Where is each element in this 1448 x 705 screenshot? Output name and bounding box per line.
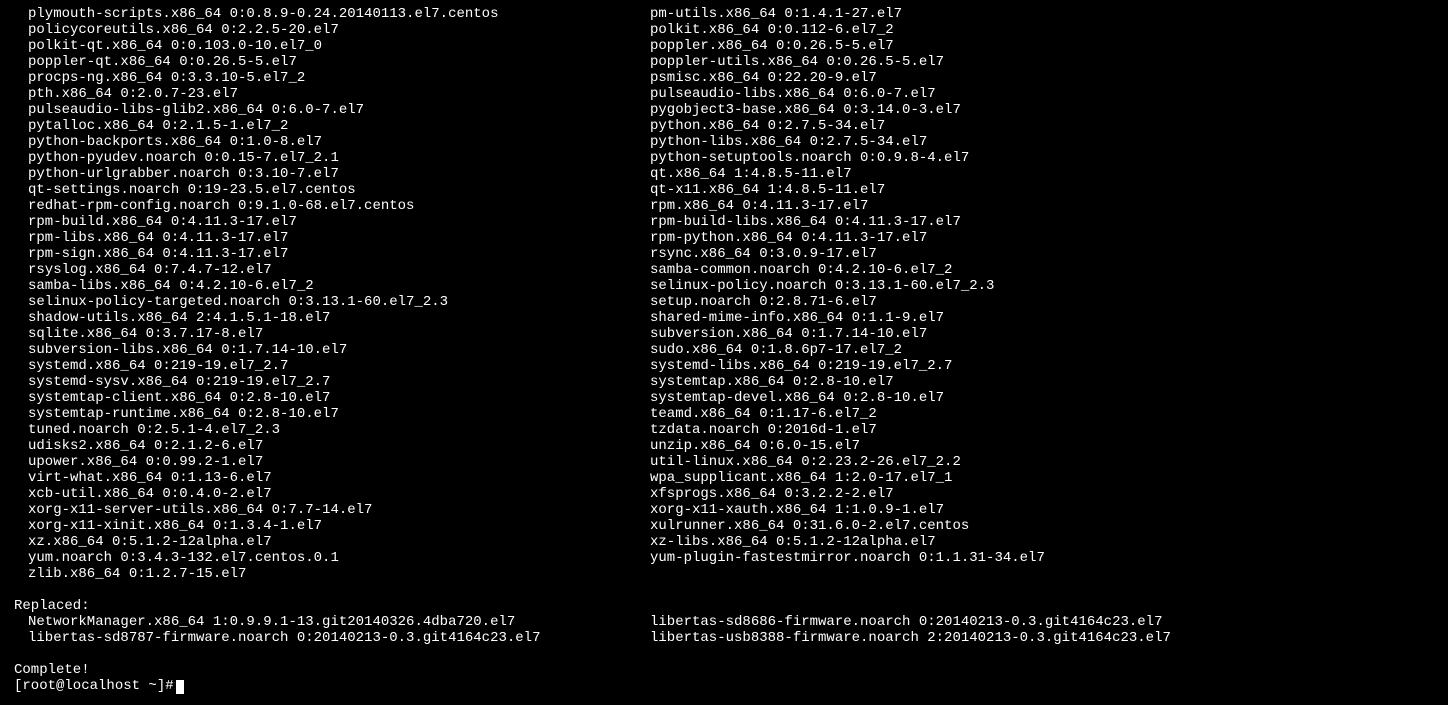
- package-line: xz-libs.x86_64 0:5.1.2-12alpha.el7: [650, 534, 1045, 550]
- shell-prompt[interactable]: [root@localhost ~]#: [0, 678, 1448, 694]
- package-line: selinux-policy-targeted.noarch 0:3.13.1-…: [28, 294, 650, 310]
- package-line: zlib.x86_64 0:1.2.7-15.el7: [28, 566, 650, 582]
- package-line: subversion.x86_64 0:1.7.14-10.el7: [650, 326, 1045, 342]
- package-line: xulrunner.x86_64 0:31.6.0-2.el7.centos: [650, 518, 1045, 534]
- cursor-icon: [176, 680, 184, 694]
- package-line: libertas-usb8388-firmware.noarch 2:20140…: [650, 630, 1171, 646]
- package-line: policycoreutils.x86_64 0:2.2.5-20.el7: [28, 22, 650, 38]
- package-line: systemtap-devel.x86_64 0:2.8-10.el7: [650, 390, 1045, 406]
- package-line: python-urlgrabber.noarch 0:3.10-7.el7: [28, 166, 650, 182]
- package-line: systemtap.x86_64 0:2.8-10.el7: [650, 374, 1045, 390]
- package-line: teamd.x86_64 0:1.17-6.el7_2: [650, 406, 1045, 422]
- replaced-list-left: NetworkManager.x86_64 1:0.9.9.1-13.git20…: [0, 614, 650, 646]
- package-line: systemd-sysv.x86_64 0:219-19.el7_2.7: [28, 374, 650, 390]
- package-line: rpm-sign.x86_64 0:4.11.3-17.el7: [28, 246, 650, 262]
- package-line: python.x86_64 0:2.7.5-34.el7: [650, 118, 1045, 134]
- package-line: pth.x86_64 0:2.0.7-23.el7: [28, 86, 650, 102]
- package-line: systemd.x86_64 0:219-19.el7_2.7: [28, 358, 650, 374]
- package-line: libertas-sd8787-firmware.noarch 0:201402…: [28, 630, 650, 646]
- package-line: samba-common.noarch 0:4.2.10-6.el7_2: [650, 262, 1045, 278]
- package-line: rpm-python.x86_64 0:4.11.3-17.el7: [650, 230, 1045, 246]
- package-line: sudo.x86_64 0:1.8.6p7-17.el7_2: [650, 342, 1045, 358]
- package-line: procps-ng.x86_64 0:3.3.10-5.el7_2: [28, 70, 650, 86]
- package-line: shadow-utils.x86_64 2:4.1.5.1-18.el7: [28, 310, 650, 326]
- package-line: rpm-build.x86_64 0:4.11.3-17.el7: [28, 214, 650, 230]
- package-line: virt-what.x86_64 0:1.13-6.el7: [28, 470, 650, 486]
- replaced-header: Replaced:: [0, 598, 1448, 614]
- package-line: xorg-x11-server-utils.x86_64 0:7.7-14.el…: [28, 502, 650, 518]
- package-line: python-libs.x86_64 0:2.7.5-34.el7: [650, 134, 1045, 150]
- package-line: xz.x86_64 0:5.1.2-12alpha.el7: [28, 534, 650, 550]
- package-line: tuned.noarch 0:2.5.1-4.el7_2.3: [28, 422, 650, 438]
- package-line: xorg-x11-xinit.x86_64 0:1.3.4-1.el7: [28, 518, 650, 534]
- package-line: systemtap-runtime.x86_64 0:2.8-10.el7: [28, 406, 650, 422]
- package-columns: plymouth-scripts.x86_64 0:0.8.9-0.24.201…: [0, 6, 1448, 582]
- package-line: xorg-x11-xauth.x86_64 1:1.0.9-1.el7: [650, 502, 1045, 518]
- package-line: plymouth-scripts.x86_64 0:0.8.9-0.24.201…: [28, 6, 650, 22]
- package-line: qt.x86_64 1:4.8.5-11.el7: [650, 166, 1045, 182]
- package-line: xfsprogs.x86_64 0:3.2.2-2.el7: [650, 486, 1045, 502]
- package-line: python-backports.x86_64 0:1.0-8.el7: [28, 134, 650, 150]
- package-line: yum-plugin-fastestmirror.noarch 0:1.1.31…: [650, 550, 1045, 566]
- package-line: systemtap-client.x86_64 0:2.8-10.el7: [28, 390, 650, 406]
- package-line: libertas-sd8686-firmware.noarch 0:201402…: [650, 614, 1171, 630]
- package-line: python-pyudev.noarch 0:0.15-7.el7_2.1: [28, 150, 650, 166]
- package-line: shared-mime-info.x86_64 0:1.1-9.el7: [650, 310, 1045, 326]
- package-line: upower.x86_64 0:0.99.2-1.el7: [28, 454, 650, 470]
- package-list-left: plymouth-scripts.x86_64 0:0.8.9-0.24.201…: [0, 6, 650, 582]
- package-line: rpm-libs.x86_64 0:4.11.3-17.el7: [28, 230, 650, 246]
- package-line: polkit-qt.x86_64 0:0.103.0-10.el7_0: [28, 38, 650, 54]
- package-line: qt-settings.noarch 0:19-23.5.el7.centos: [28, 182, 650, 198]
- package-line: rpm-build-libs.x86_64 0:4.11.3-17.el7: [650, 214, 1045, 230]
- prompt-text: [root@localhost ~]#: [14, 678, 174, 694]
- package-line: udisks2.x86_64 0:2.1.2-6.el7: [28, 438, 650, 454]
- package-line: pm-utils.x86_64 0:1.4.1-27.el7: [650, 6, 1045, 22]
- replaced-list-right: libertas-sd8686-firmware.noarch 0:201402…: [650, 614, 1171, 646]
- package-line: yum.noarch 0:3.4.3-132.el7.centos.0.1: [28, 550, 650, 566]
- package-list-right: pm-utils.x86_64 0:1.4.1-27.el7polkit.x86…: [650, 6, 1045, 566]
- package-line: redhat-rpm-config.noarch 0:9.1.0-68.el7.…: [28, 198, 650, 214]
- package-line: samba-libs.x86_64 0:4.2.10-6.el7_2: [28, 278, 650, 294]
- package-line: NetworkManager.x86_64 1:0.9.9.1-13.git20…: [28, 614, 650, 630]
- package-line: xcb-util.x86_64 0:0.4.0-2.el7: [28, 486, 650, 502]
- package-line: pulseaudio-libs-glib2.x86_64 0:6.0-7.el7: [28, 102, 650, 118]
- package-line: polkit.x86_64 0:0.112-6.el7_2: [650, 22, 1045, 38]
- package-line: systemd-libs.x86_64 0:219-19.el7_2.7: [650, 358, 1045, 374]
- package-line: psmisc.x86_64 0:22.20-9.el7: [650, 70, 1045, 86]
- package-line: selinux-policy.noarch 0:3.13.1-60.el7_2.…: [650, 278, 1045, 294]
- package-line: tzdata.noarch 0:2016d-1.el7: [650, 422, 1045, 438]
- replaced-columns: NetworkManager.x86_64 1:0.9.9.1-13.git20…: [0, 614, 1448, 646]
- package-line: pygobject3-base.x86_64 0:3.14.0-3.el7: [650, 102, 1045, 118]
- package-line: rsyslog.x86_64 0:7.4.7-12.el7: [28, 262, 650, 278]
- package-line: subversion-libs.x86_64 0:1.7.14-10.el7: [28, 342, 650, 358]
- package-line: wpa_supplicant.x86_64 1:2.0-17.el7_1: [650, 470, 1045, 486]
- package-line: rpm.x86_64 0:4.11.3-17.el7: [650, 198, 1045, 214]
- package-line: poppler.x86_64 0:0.26.5-5.el7: [650, 38, 1045, 54]
- package-line: poppler-qt.x86_64 0:0.26.5-5.el7: [28, 54, 650, 70]
- complete-line: Complete!: [0, 662, 1448, 678]
- package-line: qt-x11.x86_64 1:4.8.5-11.el7: [650, 182, 1045, 198]
- package-line: pytalloc.x86_64 0:2.1.5-1.el7_2: [28, 118, 650, 134]
- package-line: python-setuptools.noarch 0:0.9.8-4.el7: [650, 150, 1045, 166]
- package-line: sqlite.x86_64 0:3.7.17-8.el7: [28, 326, 650, 342]
- package-line: poppler-utils.x86_64 0:0.26.5-5.el7: [650, 54, 1045, 70]
- package-line: setup.noarch 0:2.8.71-6.el7: [650, 294, 1045, 310]
- package-line: rsync.x86_64 0:3.0.9-17.el7: [650, 246, 1045, 262]
- package-line: util-linux.x86_64 0:2.23.2-26.el7_2.2: [650, 454, 1045, 470]
- package-line: pulseaudio-libs.x86_64 0:6.0-7.el7: [650, 86, 1045, 102]
- package-line: unzip.x86_64 0:6.0-15.el7: [650, 438, 1045, 454]
